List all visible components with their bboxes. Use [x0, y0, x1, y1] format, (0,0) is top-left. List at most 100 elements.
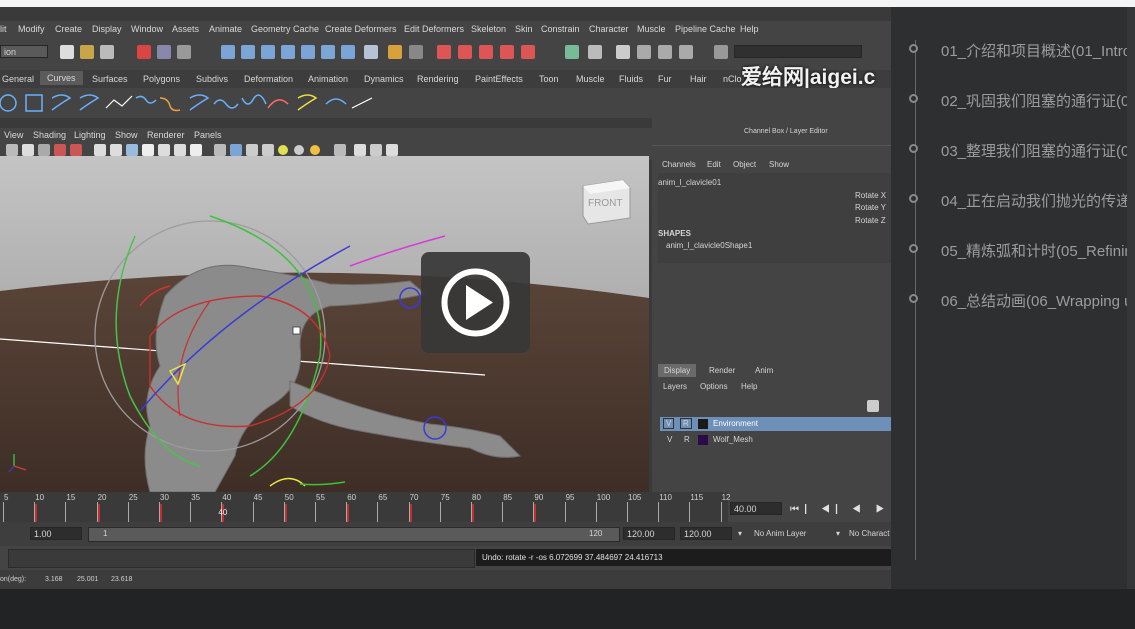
- layer-name[interactable]: Environment: [713, 419, 758, 428]
- playback-controls[interactable]: ⏮▏◀▏◀ ▶: [790, 504, 891, 515]
- snap-point-icon[interactable]: [261, 45, 275, 59]
- character-select[interactable]: No Charact: [849, 529, 889, 538]
- character-dropdown-icon[interactable]: ▾: [836, 529, 840, 538]
- panel-menu-item[interactable]: View: [4, 130, 23, 140]
- input-field-toggle-icon[interactable]: [714, 45, 728, 59]
- render-view-icon[interactable]: [565, 45, 579, 59]
- playlist-title[interactable]: 02_巩固我们阻塞的通行证(0: [941, 90, 1129, 111]
- timeline-key[interactable]: [472, 504, 474, 522]
- timeline-key[interactable]: [35, 504, 38, 522]
- options-menu[interactable]: Options: [700, 382, 728, 391]
- mode-select[interactable]: ion: [0, 45, 48, 58]
- ambient-icon[interactable]: [310, 145, 320, 155]
- panel-menu-item[interactable]: Panels: [194, 130, 222, 140]
- help-menu[interactable]: Help: [741, 382, 757, 391]
- select-hierarchy-icon[interactable]: [137, 45, 151, 59]
- end-frame-field[interactable]: 120.00: [623, 527, 675, 540]
- smooth-shade-icon[interactable]: [110, 144, 122, 156]
- shelf-tab[interactable]: Toon: [539, 74, 559, 84]
- menu-item[interactable]: lit: [0, 24, 7, 34]
- shelf-tab[interactable]: Subdivs: [196, 74, 228, 84]
- shelf-tab[interactable]: Deformation: [244, 74, 293, 84]
- render-settings-icon[interactable]: [616, 45, 630, 59]
- timeline-key[interactable]: [347, 504, 350, 522]
- menu-item[interactable]: Character: [589, 24, 629, 34]
- playlist-title[interactable]: 05_精炼弧和计时(05_Refining: [941, 240, 1135, 261]
- camera-attr-icon[interactable]: [22, 144, 34, 156]
- shelf-tab[interactable]: Polygons: [143, 74, 180, 84]
- layers-menu[interactable]: Layers: [663, 382, 687, 391]
- image-plane-icon[interactable]: [54, 144, 66, 156]
- lights-icon[interactable]: [142, 144, 154, 156]
- checker-icon[interactable]: [262, 144, 274, 156]
- anim-layer-dropdown-icon[interactable]: ▾: [738, 529, 742, 538]
- new-scene-icon[interactable]: [60, 45, 74, 59]
- tab-anim[interactable]: Anim: [755, 366, 773, 375]
- lock-icon[interactable]: [388, 45, 402, 59]
- construction-icon[interactable]: [341, 45, 355, 59]
- panel-menu-item[interactable]: Lighting: [74, 130, 106, 140]
- shape-name[interactable]: anim_l_clavicle0Shape1: [666, 241, 752, 250]
- ik-spline-icon[interactable]: [458, 45, 472, 59]
- mel-input[interactable]: [8, 549, 475, 568]
- shelf-tab[interactable]: Hair: [690, 74, 707, 84]
- ipr-icon[interactable]: [588, 45, 602, 59]
- resolution-gate-icon[interactable]: [370, 144, 382, 156]
- menu-item[interactable]: Edit Deformers: [404, 24, 464, 34]
- snap-grid-icon[interactable]: [221, 45, 235, 59]
- quick-select-field[interactable]: [734, 45, 862, 58]
- texture-mode-icon[interactable]: [190, 144, 202, 156]
- playlist-scrollbar[interactable]: [1127, 7, 1135, 589]
- menu-item[interactable]: Create: [55, 24, 82, 34]
- snap-view-icon[interactable]: [281, 45, 295, 59]
- shelf-tab[interactable]: Rendering: [417, 74, 459, 84]
- layer-row-wolf-mesh[interactable]: V R Wolf_Mesh: [660, 433, 891, 447]
- select-component-icon[interactable]: [177, 45, 191, 59]
- blue-cube-icon[interactable]: [230, 144, 242, 156]
- start-frame-field[interactable]: 1.00: [30, 527, 82, 540]
- layer-reference[interactable]: R: [684, 435, 690, 444]
- panel-menu-item[interactable]: Renderer: [147, 130, 185, 140]
- layer-color-swatch[interactable]: [698, 419, 708, 429]
- save-scene-icon[interactable]: [100, 45, 114, 59]
- attr-rotate-z[interactable]: Rotate Z: [855, 216, 886, 225]
- layer-row-environment[interactable]: V R Environment: [660, 417, 891, 431]
- playlist-item[interactable]: 04_正在启动我们抛光的传递: [909, 190, 1135, 212]
- playlist-item[interactable]: 03_整理我们阻塞的通行证(0: [909, 140, 1135, 162]
- playback-end-field[interactable]: 120.00: [680, 527, 732, 540]
- layer-color-swatch[interactable]: [698, 435, 708, 445]
- range-slider[interactable]: 1 120: [88, 527, 620, 542]
- grid-icon[interactable]: [70, 144, 82, 156]
- isolate-icon[interactable]: [334, 144, 346, 156]
- layer-name[interactable]: Wolf_Mesh: [713, 435, 753, 444]
- menu-item[interactable]: Skin: [515, 24, 533, 34]
- current-frame-field[interactable]: 40.00: [730, 502, 782, 515]
- cube-icon[interactable]: [214, 144, 226, 156]
- shelf-tab[interactable]: General: [2, 74, 34, 84]
- select-object-icon[interactable]: [157, 45, 171, 59]
- playlist-title[interactable]: 06_总结动画(06_Wrapping up: [941, 290, 1135, 311]
- anim-layer-select[interactable]: No Anim Layer: [754, 529, 806, 538]
- shadows-icon[interactable]: [158, 144, 170, 156]
- channel-icon[interactable]: [658, 45, 672, 59]
- menu-item[interactable]: Display: [92, 24, 122, 34]
- xray-icon[interactable]: [354, 144, 366, 156]
- menu-item[interactable]: Geometry Cache: [251, 24, 319, 34]
- viewport-3d[interactable]: FRONT: [0, 156, 649, 492]
- playlist-item[interactable]: 01_介绍和项目概述(01_Intro: [909, 40, 1135, 62]
- hypershade-icon[interactable]: [637, 45, 651, 59]
- shelf-tab-active[interactable]: Curves: [40, 71, 83, 85]
- play-button[interactable]: [421, 252, 530, 353]
- light-bulb-icon[interactable]: [278, 145, 288, 155]
- menu-item[interactable]: Assets: [172, 24, 199, 34]
- attr-rotate-y[interactable]: Rotate Y: [855, 203, 886, 212]
- panel-menu-item[interactable]: Shading: [33, 130, 66, 140]
- shelf-tab[interactable]: Fluids: [619, 74, 643, 84]
- shelf-tab[interactable]: PaintEffects: [475, 74, 523, 84]
- snap-curve-icon[interactable]: [241, 45, 255, 59]
- render-frame-icon[interactable]: [409, 45, 423, 59]
- menu-item[interactable]: Animate: [209, 24, 242, 34]
- shelf-tab[interactable]: Dynamics: [364, 74, 404, 84]
- menu-item[interactable]: Pipeline Cache: [675, 24, 736, 34]
- menu-item[interactable]: Modify: [18, 24, 45, 34]
